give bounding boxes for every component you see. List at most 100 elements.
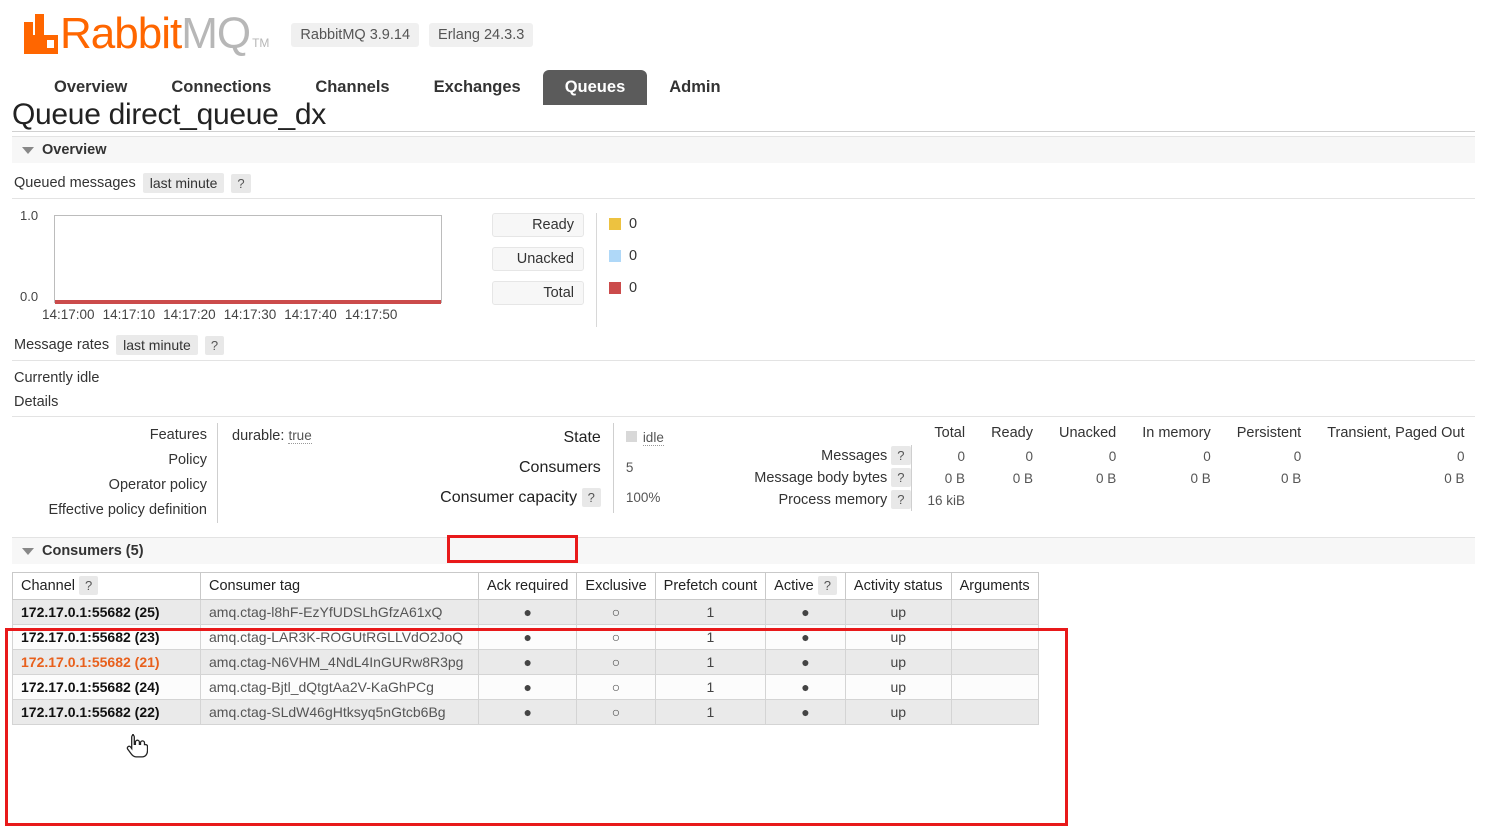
legend-value-ready-text: 0 (629, 216, 638, 232)
y-axis-tick-top: 1.0 (20, 208, 39, 223)
x-axis-tick: 14:17:40 (284, 307, 337, 322)
details-operator-policy-value (232, 473, 392, 498)
queued-messages-help-icon[interactable]: ? (231, 173, 251, 193)
queued-messages-period[interactable]: last minute (142, 173, 225, 193)
consumer-ack-required-cell: ● (477, 624, 578, 650)
consumer-exclusive-cell: ○ (576, 624, 656, 650)
legend-button-ready[interactable]: Ready (492, 213, 584, 237)
consumers-col-activity-status[interactable]: Activity status (844, 572, 952, 600)
messages-stats-header-row: Total Ready Unacked In memory Persistent… (744, 423, 1474, 445)
consumer-activity-status-cell: up (844, 674, 952, 700)
legend-swatch-ready (609, 218, 621, 230)
details-label: Details (14, 394, 59, 410)
messages-col-ready: Ready (991, 425, 1033, 441)
consumers-col-arguments[interactable]: Arguments (950, 572, 1039, 600)
messages-col-persistent: Persistent (1236, 425, 1302, 441)
details-state-value: idle (612, 423, 692, 453)
process-memory-help-icon[interactable]: ? (891, 490, 911, 509)
messages-help-icon[interactable]: ? (891, 446, 911, 465)
consumer-activity-status-cell: up (844, 624, 952, 650)
features-key: durable: (232, 428, 285, 444)
messages-stats-row: Messages ? 0 0 0 0 0 0 (744, 445, 1474, 467)
app-header: Rabbit MQ TM RabbitMQ 3.9.14 Erlang 24.3.3… (0, 0, 1487, 105)
message-body-bytes-cell: 0 B (1190, 470, 1211, 486)
consumers-table-row: 172.17.0.1:55682 (23) amq.ctag-LAR3K-ROGU… (12, 624, 1039, 650)
x-axis-tick: 14:17:50 (344, 307, 398, 322)
legend-button-unacked[interactable]: Unacked (492, 247, 584, 271)
queued-messages-row: Queued messages last minute ? (12, 163, 1475, 199)
consumer-prefetch-count-cell: 1 (654, 674, 767, 700)
consumers-col-ack-required[interactable]: Ack required (477, 572, 578, 600)
legend-swatch-total (609, 282, 621, 294)
nav-item-admin[interactable]: Admin (647, 70, 742, 105)
message-rates-period[interactable]: last minute (116, 335, 198, 355)
consumer-channel-link[interactable]: 172.17.0.1:55682 (23) (12, 624, 201, 650)
nav-item-overview[interactable]: Overview (32, 70, 149, 105)
consumer-capacity-help-icon[interactable]: ? (581, 488, 601, 507)
messages-stats-block: Total Ready Unacked In memory Persistent… (692, 423, 1475, 523)
chart-legend: Ready Unacked Total 0 0 0 (492, 211, 637, 327)
nav-item-exchanges[interactable]: Exchanges (412, 70, 543, 105)
consumer-arguments-cell (950, 624, 1039, 650)
channel-help-icon[interactable]: ? (79, 576, 99, 595)
consumer-channel-link[interactable]: 172.17.0.1:55682 (22) (12, 699, 201, 725)
consumers-col-exclusive[interactable]: Exclusive (576, 572, 656, 600)
section-consumers-label: Consumers (5) (42, 543, 144, 559)
message-body-bytes-help-icon[interactable]: ? (891, 468, 911, 487)
chart-plot-area: 1.0 0.0 14:17:00 14:17:10 14:17:20 14:17… (12, 208, 442, 323)
details-label-operator-policy: Operator policy (108, 477, 207, 493)
features-value: true (288, 428, 312, 444)
message-rates-label: Message rates (14, 337, 110, 353)
queued-messages-chart: 1.0 0.0 14:17:00 14:17:10 14:17:20 14:17… (0, 199, 1487, 327)
consumer-prefetch-count-cell: 1 (654, 699, 767, 725)
consumer-ack-required-cell: ● (477, 599, 578, 625)
consumer-tag-cell: amq.ctag-l8hF-EzYfUDSLhGfzA61xQ (200, 599, 479, 625)
consumers-col-active[interactable]: Active ? (765, 572, 846, 600)
consumer-exclusive-cell: ○ (576, 674, 656, 700)
active-help-icon[interactable]: ? (817, 576, 837, 595)
nav-item-connections[interactable]: Connections (149, 70, 293, 105)
section-consumers-header[interactable]: Consumers (5) (12, 537, 1475, 564)
chart-canvas (54, 215, 442, 304)
consumers-table-row: 172.17.0.1:55682 (25) amq.ctag-l8hF-EzYfU… (12, 599, 1039, 625)
x-axis-tick: 14:17:30 (223, 307, 277, 322)
logo-text-mq: MQ (181, 9, 251, 58)
consumer-activity-status-cell: up (844, 649, 952, 675)
consumer-channel-link[interactable]: 172.17.0.1:55682 (25) (12, 599, 201, 625)
message-body-bytes-cell: 0 B (1095, 470, 1117, 486)
message-rates-help-icon[interactable]: ? (204, 335, 225, 355)
section-overview-label: Overview (42, 142, 107, 158)
messages-cell: 0 (910, 445, 976, 467)
section-overview-header[interactable]: Overview (12, 136, 1475, 163)
legend-value-unacked-text: 0 (629, 248, 638, 264)
consumer-arguments-cell (950, 649, 1039, 675)
messages-col-total: Total (934, 425, 966, 441)
x-axis-tick: 14:17:20 (163, 307, 216, 322)
messages-cell: 0 (1203, 448, 1211, 464)
consumers-table-row: 172.17.0.1:55682 (22) amq.ctag-SLdW46gHtk… (12, 699, 1039, 725)
nav-item-channels[interactable]: Channels (293, 70, 411, 105)
messages-col-transient-paged-out: Transient, Paged Out (1327, 425, 1465, 441)
consumer-active-cell: ● (765, 649, 846, 675)
logo-trademark: TM (252, 36, 270, 50)
consumer-exclusive-cell: ○ (576, 599, 656, 625)
nav-item-queues[interactable]: Queues (542, 70, 648, 105)
message-body-bytes-cell: 0 B (1444, 470, 1465, 486)
details-features-block: Features Policy Operator policy Effectiv… (12, 423, 412, 523)
consumer-channel-link[interactable]: 172.17.0.1:55682 (21) (12, 649, 201, 675)
messages-cell: 0 (1025, 448, 1033, 464)
legend-swatch-unacked (609, 250, 621, 262)
x-axis-tick: 14:17:10 (102, 307, 156, 322)
consumers-col-consumer-tag[interactable]: Consumer tag (200, 572, 479, 600)
message-body-bytes-row: Message body bytes ? 0 B 0 B 0 B 0 B 0 B… (744, 467, 1474, 489)
message-body-bytes-cell: 0 B (1012, 470, 1033, 486)
consumers-col-channel[interactable]: Channel ? (12, 572, 201, 600)
consumers-col-prefetch-count[interactable]: Prefetch count (654, 572, 767, 600)
header-divider (12, 131, 1475, 132)
x-axis-tick: 14:17:00 (42, 307, 95, 322)
consumer-arguments-cell (950, 599, 1039, 625)
messages-cell: 0 (1293, 448, 1302, 464)
legend-button-total[interactable]: Total (492, 281, 584, 305)
details-state-block: State idle Consumers 5 Consumer capacity… (412, 423, 692, 523)
consumer-channel-link[interactable]: 172.17.0.1:55682 (24) (12, 674, 201, 700)
